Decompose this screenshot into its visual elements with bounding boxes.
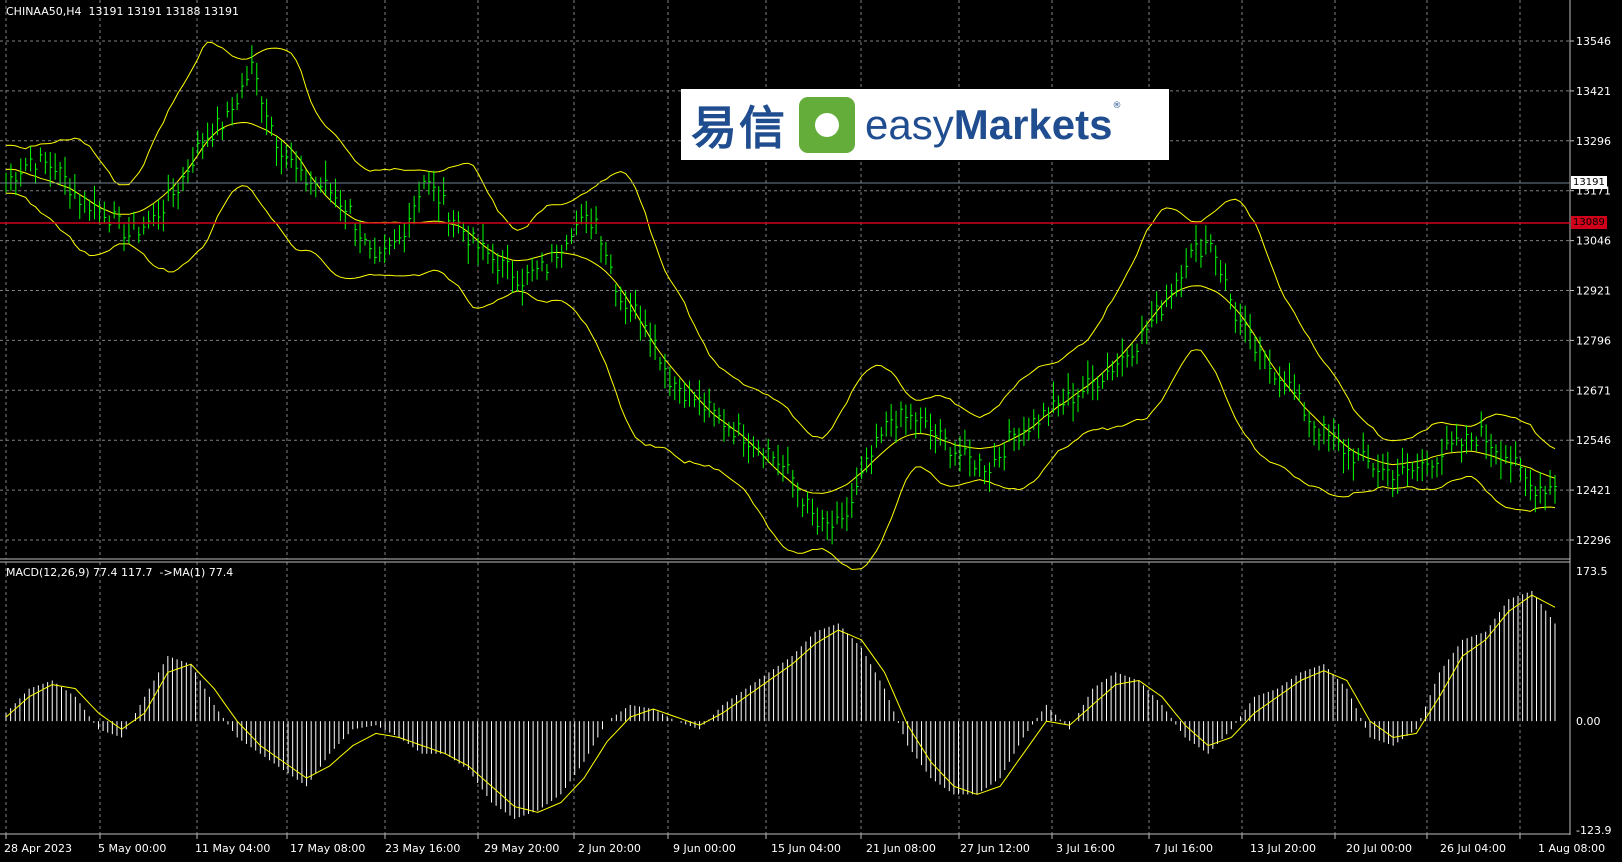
symbol-info: CHINAA50,H4 13191 13191 13188 13191 — [6, 5, 239, 18]
price-label: 12796 — [1576, 334, 1611, 347]
price-label: 12546 — [1576, 434, 1611, 447]
time-label: 26 Jul 04:00 — [1440, 842, 1506, 855]
logo-reg-mark: ® — [1112, 101, 1122, 111]
time-label: 28 Apr 2023 — [4, 842, 72, 855]
time-label: 23 May 16:00 — [385, 842, 460, 855]
price-label: 12296 — [1576, 534, 1611, 547]
current-price-tag: 13191 — [1571, 176, 1607, 189]
price-label: 13546 — [1576, 35, 1611, 48]
price-label: 13421 — [1576, 85, 1611, 98]
easymarkets-logo: 易信 easyMarkets ® — [681, 89, 1169, 160]
line-price-tag: 13089 — [1571, 216, 1607, 229]
macd-axis-label: 173.5 — [1576, 565, 1608, 578]
time-label: 7 Jul 16:00 — [1154, 842, 1213, 855]
price-label: 12421 — [1576, 484, 1611, 497]
price-label: 13046 — [1576, 235, 1611, 248]
time-label: 29 May 20:00 — [484, 842, 559, 855]
time-label: 3 Jul 16:00 — [1056, 842, 1115, 855]
time-label: 20 Jul 00:00 — [1346, 842, 1412, 855]
time-label: 9 Jun 00:00 — [673, 842, 736, 855]
time-label: 17 May 08:00 — [290, 842, 365, 855]
time-label: 21 Jun 08:00 — [866, 842, 936, 855]
price-label: 12921 — [1576, 285, 1611, 298]
macd-axis-label: -123.9 — [1576, 824, 1611, 837]
time-label: 15 Jun 04:00 — [771, 842, 841, 855]
time-label: 13 Jul 20:00 — [1250, 842, 1316, 855]
time-label: 2 Jun 20:00 — [578, 842, 641, 855]
logo-cn-text: 易信 — [691, 100, 787, 155]
macd-axis-label: 0.00 — [1576, 715, 1601, 728]
indicator-info: MACD(12,26,9) 77.4 117.7 ->MA(1) 77.4 — [6, 566, 234, 579]
logo-en-text: easyMarkets — [865, 100, 1113, 148]
logo-mark-icon — [799, 96, 855, 153]
time-label: 5 May 00:00 — [98, 842, 166, 855]
price-label: 12671 — [1576, 384, 1611, 397]
price-label: 13296 — [1576, 135, 1611, 148]
time-label: 1 Aug 08:00 — [1538, 842, 1605, 855]
time-label: 27 Jun 12:00 — [960, 842, 1030, 855]
time-label: 11 May 04:00 — [195, 842, 270, 855]
